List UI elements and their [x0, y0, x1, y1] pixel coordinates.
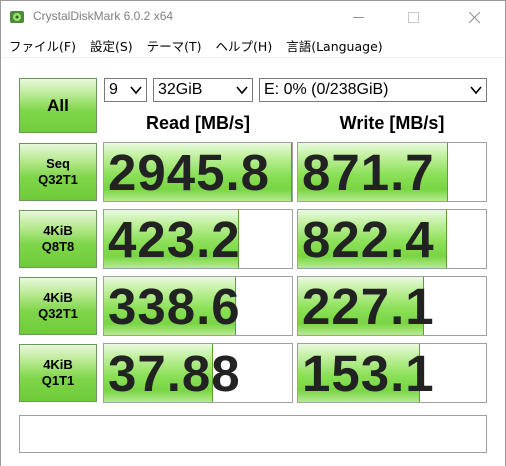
read-result-value: 338.6: [108, 278, 241, 335]
menu-help[interactable]: ヘルプ(H): [212, 36, 277, 55]
read-column-header: Read [MB/s]: [145, 113, 250, 133]
read-result-cell: 338.6: [103, 276, 293, 336]
title-bar: CrystalDiskMark 6.0.2 x64: [1, 1, 505, 33]
write-result-value: 227.1: [302, 278, 435, 335]
write-result-value: 871.7: [302, 144, 435, 201]
read-result-value: 37.88: [108, 345, 241, 402]
chevron-down-icon: [236, 86, 248, 95]
test-size-select[interactable]: 32GiB: [153, 78, 253, 102]
write-result-cell: 227.1: [297, 276, 487, 336]
test-seq-q32t1-button[interactable]: Seq Q32T1: [19, 143, 97, 201]
write-result-value: 153.1: [302, 345, 435, 402]
test-label-line2: Q32T1: [38, 306, 78, 321]
run-all-button[interactable]: All: [19, 78, 97, 133]
menu-language[interactable]: 言語(Language): [282, 36, 386, 55]
minimize-button[interactable]: [335, 1, 381, 33]
drive-value: E: 0% (0/238GiB): [264, 81, 389, 98]
test-4kib-q1t1-button[interactable]: 4KiB Q1T1: [19, 344, 97, 402]
maximize-button[interactable]: [390, 1, 436, 33]
test-count-select[interactable]: 9: [104, 78, 147, 102]
maximize-icon: [407, 11, 419, 23]
chevron-down-icon: [470, 86, 482, 95]
test-4kib-q32t1-button[interactable]: 4KiB Q32T1: [19, 277, 97, 335]
write-column-header: Write [MB/s]: [339, 113, 445, 133]
read-result-cell: 423.2: [103, 209, 293, 269]
close-icon: [468, 11, 480, 23]
write-result-cell: 822.4: [297, 209, 487, 269]
drive-select[interactable]: E: 0% (0/238GiB): [259, 78, 487, 102]
window-title: CrystalDiskMark 6.0.2 x64: [33, 9, 174, 23]
chevron-down-icon: [130, 86, 142, 95]
test-size-value: 32GiB: [158, 81, 203, 98]
test-label-line1: 4KiB: [43, 357, 73, 372]
write-result-cell: 871.7: [297, 142, 487, 202]
test-label-line2: Q1T1: [41, 373, 75, 388]
menu-theme[interactable]: テーマ(T): [143, 36, 206, 55]
close-button[interactable]: [451, 1, 497, 33]
menu-file[interactable]: ファイル(F): [5, 36, 80, 55]
read-result-cell: 37.88: [103, 343, 293, 403]
comment-field[interactable]: [19, 415, 487, 453]
test-label-line1: 4KiB: [43, 223, 73, 238]
read-result-value: 2945.8: [108, 144, 270, 201]
test-4kib-q8t8-button[interactable]: 4KiB Q8T8: [19, 210, 97, 268]
test-label-line1: Seq: [46, 156, 70, 171]
minimize-icon: [352, 16, 364, 18]
menu-settings[interactable]: 設定(S): [86, 36, 137, 55]
read-result-cell: 2945.8: [103, 142, 293, 202]
write-result-value: 822.4: [302, 211, 435, 268]
test-count-value: 9: [109, 81, 118, 98]
app-window: CrystalDiskMark 6.0.2 x64 ファイル(F) 設定(S) …: [0, 0, 506, 466]
write-result-cell: 153.1: [297, 343, 487, 403]
menu-bar: ファイル(F) 設定(S) テーマ(T) ヘルプ(H) 言語(Language): [1, 33, 505, 57]
test-label-line2: Q32T1: [38, 172, 78, 187]
read-result-value: 423.2: [108, 211, 241, 268]
app-disk-icon: [10, 11, 24, 23]
test-label-line2: Q8T8: [41, 239, 75, 254]
test-label-line1: 4KiB: [43, 290, 73, 305]
